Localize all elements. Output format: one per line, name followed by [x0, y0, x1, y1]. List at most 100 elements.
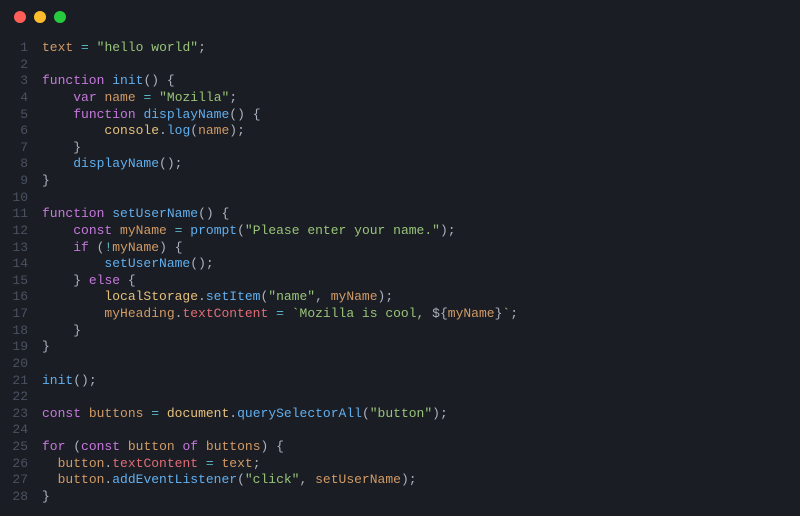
code-token: ) — [206, 206, 214, 221]
code-content[interactable] — [42, 57, 800, 74]
code-content[interactable]: } — [42, 173, 800, 190]
code-token: const — [81, 439, 120, 454]
code-line[interactable]: 5 function displayName() { — [0, 107, 800, 124]
code-content[interactable]: } — [42, 323, 800, 340]
code-token — [159, 406, 167, 421]
code-token: textContent — [182, 306, 268, 321]
code-line[interactable]: 12 const myName = prompt("Please enter y… — [0, 223, 800, 240]
code-content[interactable]: function init() { — [42, 73, 800, 90]
code-line[interactable]: 19} — [0, 339, 800, 356]
line-number: 9 — [0, 173, 42, 190]
line-number: 1 — [0, 40, 42, 57]
code-line[interactable]: 8 displayName(); — [0, 156, 800, 173]
code-content[interactable]: setUserName(); — [42, 256, 800, 273]
code-content[interactable]: button.textContent = text; — [42, 456, 800, 473]
code-token: button — [58, 472, 105, 487]
code-token — [42, 472, 58, 487]
code-token: buttons — [89, 406, 144, 421]
code-line[interactable]: 25for (const button of buttons) { — [0, 439, 800, 456]
code-content[interactable]: console.log(name); — [42, 123, 800, 140]
line-number: 16 — [0, 289, 42, 306]
code-token: = — [206, 456, 214, 471]
code-content[interactable]: } — [42, 489, 800, 506]
code-line[interactable]: 27 button.addEventListener("click", setU… — [0, 472, 800, 489]
code-content[interactable] — [42, 389, 800, 406]
code-line[interactable]: 21init(); — [0, 373, 800, 390]
code-token: for — [42, 439, 65, 454]
window-titlebar — [0, 0, 800, 34]
code-token — [42, 273, 73, 288]
code-token: ) — [440, 223, 448, 238]
code-content[interactable]: if (!myName) { — [42, 240, 800, 257]
close-window-button[interactable] — [14, 11, 26, 23]
code-content[interactable]: localStorage.setItem("name", myName); — [42, 289, 800, 306]
code-editor[interactable]: 1text = "hello world";2 3function init()… — [0, 34, 800, 516]
line-number: 13 — [0, 240, 42, 257]
code-token: var — [73, 90, 96, 105]
code-content[interactable]: } else { — [42, 273, 800, 290]
code-content[interactable]: init(); — [42, 373, 800, 390]
code-content[interactable]: } — [42, 140, 800, 157]
code-token — [167, 240, 175, 255]
code-content[interactable]: function setUserName() { — [42, 206, 800, 223]
code-content[interactable]: var name = "Mozilla"; — [42, 90, 800, 107]
code-token — [42, 156, 73, 171]
code-token: button — [58, 456, 105, 471]
code-content[interactable]: button.addEventListener("click", setUser… — [42, 472, 800, 489]
code-token: = — [81, 40, 89, 55]
line-number: 23 — [0, 406, 42, 423]
code-line[interactable]: 3function init() { — [0, 73, 800, 90]
line-number: 7 — [0, 140, 42, 157]
code-token — [89, 40, 97, 55]
code-token: prompt — [190, 223, 237, 238]
code-line[interactable]: 1text = "hello world"; — [0, 40, 800, 57]
code-token — [307, 472, 315, 487]
code-content[interactable]: displayName(); — [42, 156, 800, 173]
code-line[interactable]: 26 button.textContent = text; — [0, 456, 800, 473]
code-line[interactable]: 24 — [0, 422, 800, 439]
code-line[interactable]: 6 console.log(name); — [0, 123, 800, 140]
code-token: document — [167, 406, 229, 421]
code-line[interactable]: 18 } — [0, 323, 800, 340]
code-token: querySelectorAll — [237, 406, 362, 421]
code-line[interactable]: 22 — [0, 389, 800, 406]
code-line[interactable]: 14 setUserName(); — [0, 256, 800, 273]
minimize-window-button[interactable] — [34, 11, 46, 23]
code-line[interactable]: 15 } else { — [0, 273, 800, 290]
code-token: setUserName — [112, 206, 198, 221]
code-token: "Mozilla" — [159, 90, 229, 105]
code-token — [120, 439, 128, 454]
code-line[interactable]: 13 if (!myName) { — [0, 240, 800, 257]
code-line[interactable]: 10 — [0, 190, 800, 207]
code-line[interactable]: 11function setUserName() { — [0, 206, 800, 223]
code-line[interactable]: 23const buttons = document.querySelector… — [0, 406, 800, 423]
code-token — [284, 306, 292, 321]
code-line[interactable]: 7 } — [0, 140, 800, 157]
code-token: = — [276, 306, 284, 321]
code-content[interactable] — [42, 422, 800, 439]
line-number: 12 — [0, 223, 42, 240]
code-token: text — [42, 40, 73, 55]
code-line[interactable]: 16 localStorage.setItem("name", myName); — [0, 289, 800, 306]
code-content[interactable]: function displayName() { — [42, 107, 800, 124]
code-content[interactable] — [42, 190, 800, 207]
code-token: ( — [159, 156, 167, 171]
code-line[interactable]: 17 myHeading.textContent = `Mozilla is c… — [0, 306, 800, 323]
code-content[interactable] — [42, 356, 800, 373]
code-token: addEventListener — [112, 472, 237, 487]
code-line[interactable]: 9} — [0, 173, 800, 190]
code-content[interactable]: myHeading.textContent = `Mozilla is cool… — [42, 306, 800, 323]
code-line[interactable]: 4 var name = "Mozilla"; — [0, 90, 800, 107]
code-token — [42, 289, 104, 304]
zoom-window-button[interactable] — [54, 11, 66, 23]
code-line[interactable]: 2 — [0, 57, 800, 74]
code-content[interactable]: const buttons = document.querySelectorAl… — [42, 406, 800, 423]
code-line[interactable]: 20 — [0, 356, 800, 373]
code-content[interactable]: text = "hello world"; — [42, 40, 800, 57]
code-line[interactable]: 28} — [0, 489, 800, 506]
code-content[interactable]: for (const button of buttons) { — [42, 439, 800, 456]
code-token — [42, 456, 58, 471]
code-content[interactable]: } — [42, 339, 800, 356]
code-content[interactable]: const myName = prompt("Please enter your… — [42, 223, 800, 240]
code-token: displayName — [143, 107, 229, 122]
